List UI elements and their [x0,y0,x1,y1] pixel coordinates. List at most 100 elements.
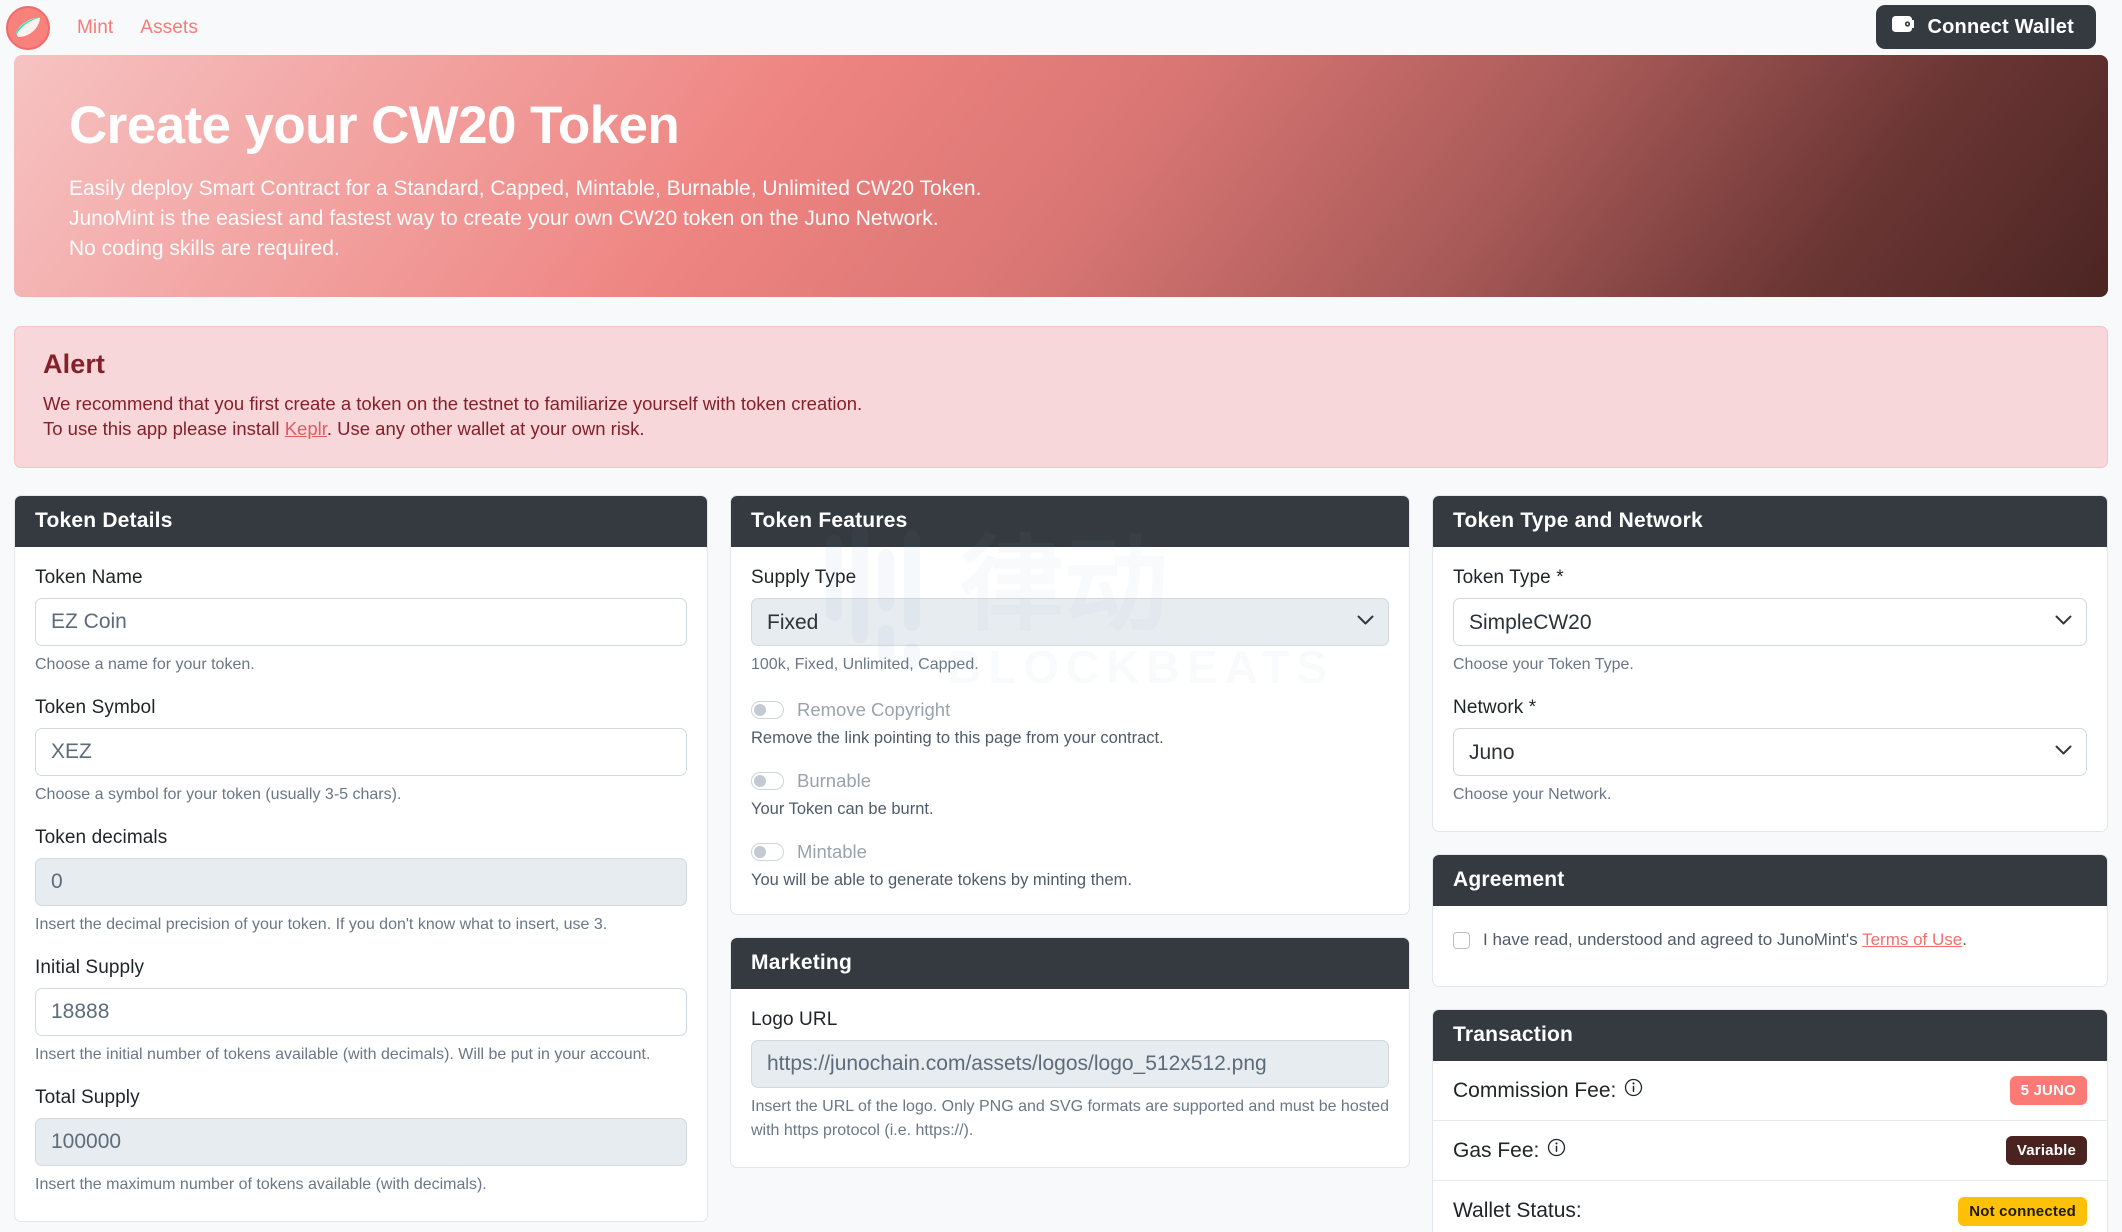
field-total-supply: Total Supply Insert the maximum number o… [35,1087,687,1197]
transaction-row-gas-fee: Gas Fee: Variable [1433,1121,2107,1181]
hero-title: Create your CW20 Token [69,96,680,155]
token-decimals-input[interactable] [35,858,687,906]
token-type-label: Token Type * [1453,567,1564,588]
marketing-body: Logo URL Insert the URL of the logo. Onl… [731,989,1409,1167]
nav-links: Mint Assets [77,17,198,39]
toggle-mintable-line: Mintable [751,841,1389,863]
burnable-desc: Your Token can be burnt. [751,800,934,818]
mintable-label: Mintable [797,841,867,862]
wallet-status-label-wrap: Wallet Status: [1453,1199,1582,1223]
marketing-card: Marketing Logo URL Insert the URL of the… [730,937,1410,1168]
alert-text-post: . Use any other wallet at your own risk. [326,418,645,439]
transaction-row-commission-fee: Commission Fee: 5 JUNO [1433,1061,2107,1121]
token-details-heading: Token Details [15,496,707,547]
initial-supply-label: Initial Supply [35,957,145,978]
logo-url-input[interactable] [751,1040,1389,1088]
supply-type-select[interactable]: Fixed [751,598,1389,646]
keplr-link[interactable]: Keplr [285,418,327,439]
total-supply-input[interactable] [35,1118,687,1166]
hero-line-3: No coding skills are required. [69,237,340,260]
token-name-input[interactable] [35,598,687,646]
field-token-symbol: Token Symbol Choose a symbol for your to… [35,697,687,807]
toggle-mintable: Mintable You will be able to generate to… [751,841,1389,890]
transaction-row-wallet-status: Wallet Status: Not connected [1433,1181,2107,1232]
logo-url-label: Logo URL [751,1009,838,1030]
mintable-switch[interactable] [751,843,784,861]
connect-wallet-button[interactable]: Connect Wallet [1876,5,2096,49]
toggle-remove-copyright-line: Remove Copyright [751,699,1389,721]
hero-line-2: JunoMint is the easiest and fastest way … [69,207,939,230]
initial-supply-hint: Insert the initial number of tokens avai… [35,1046,651,1063]
alert-title: Alert [43,349,106,379]
token-type-network-body: Token Type * SimpleCW20 Choose your Toke… [1433,547,2107,831]
juno-leaf-logo-icon[interactable] [6,5,50,50]
toggle-burnable-line: Burnable [751,770,1389,792]
token-features-body: Supply Type Fixed 100k, Fixed, Unlimited… [731,547,1409,914]
switch-knob-icon [754,846,766,858]
commission-fee-badge: 5 JUNO [2009,1076,2087,1105]
alert-line-1: We recommend that you first create a tok… [43,393,863,414]
token-details-card: Token Details Token Name Choose a name f… [14,495,708,1222]
hero-banner: Create your CW20 Token Easily deploy Sma… [14,55,2108,297]
wallet-icon [1892,15,1915,39]
network-hint: Choose your Network. [1453,786,1612,803]
remove-copyright-switch[interactable] [751,701,784,719]
field-token-type: Token Type * SimpleCW20 Choose your Toke… [1453,567,2087,677]
column-middle: Token Features Supply Type Fixed 100k, F… [730,495,1410,1168]
remove-copyright-label: Remove Copyright [797,699,951,720]
token-type-select[interactable]: SimpleCW20 [1453,598,2087,646]
alert-line-2: To use this app please install Keplr. Us… [43,416,2079,441]
token-type-select-wrap: SimpleCW20 [1453,598,2087,646]
total-supply-label: Total Supply [35,1087,140,1108]
agreement-heading: Agreement [1433,855,2107,906]
top-navigation-bar: Mint Assets Connect Wallet [0,0,2122,55]
field-supply-type: Supply Type Fixed 100k, Fixed, Unlimited… [751,567,1389,677]
nav-link-assets[interactable]: Assets [140,17,198,39]
network-select[interactable]: Juno [1453,728,2087,776]
field-token-decimals: Token decimals Insert the decimal precis… [35,827,687,937]
gas-fee-label: Gas Fee: [1453,1138,1540,1162]
commission-fee-label: Commission Fee: [1453,1078,1617,1102]
network-select-wrap: Juno [1453,728,2087,776]
agreement-row: I have read, understood and agreed to Ju… [1453,926,2087,962]
gas-fee-label-wrap: Gas Fee: [1453,1138,1566,1163]
main-content-grid: Token Details Token Name Choose a name f… [0,468,2122,1232]
hero-line-1: Easily deploy Smart Contract for a Stand… [69,177,982,200]
total-supply-hint: Insert the maximum number of tokens avai… [35,1176,487,1193]
token-symbol-input[interactable] [35,728,687,776]
info-icon[interactable] [1624,1078,1643,1103]
supply-type-select-wrap: Fixed [751,598,1389,646]
terms-of-use-link[interactable]: Terms of Use [1862,930,1962,949]
agreement-text-post: . [1962,930,1967,949]
column-left: Token Details Token Name Choose a name f… [14,495,708,1222]
alert-text-pre: To use this app please install [43,418,285,439]
token-type-network-heading: Token Type and Network [1433,496,2107,547]
token-type-hint: Choose your Token Type. [1453,656,1634,673]
token-name-hint: Choose a name for your token. [35,656,255,673]
column-right: Token Type and Network Token Type * Simp… [1432,495,2108,1232]
burnable-switch[interactable] [751,772,784,790]
token-name-label: Token Name [35,567,143,588]
initial-supply-input[interactable] [35,988,687,1036]
info-icon[interactable] [1547,1138,1566,1163]
token-decimals-label: Token decimals [35,827,168,848]
supply-type-label: Supply Type [751,567,857,588]
token-details-body: Token Name Choose a name for your token.… [15,547,707,1221]
toggle-remove-copyright: Remove Copyright Remove the link pointin… [751,699,1389,748]
gas-fee-badge: Variable [2005,1136,2087,1165]
field-logo-url: Logo URL Insert the URL of the logo. Onl… [751,1009,1389,1143]
burnable-label: Burnable [797,770,872,791]
wallet-status-label: Wallet Status: [1453,1199,1582,1222]
agreement-checkbox[interactable] [1453,931,1470,949]
token-type-network-card: Token Type and Network Token Type * Simp… [1432,495,2108,832]
marketing-heading: Marketing [731,938,1409,989]
network-label: Network * [1453,697,1537,718]
commission-fee-label-wrap: Commission Fee: [1453,1078,1643,1103]
token-symbol-label: Token Symbol [35,697,156,718]
transaction-card: Transaction Commission Fee: 5 JUNO Gas F… [1432,1009,2108,1232]
transaction-heading: Transaction [1433,1010,2107,1061]
alert-banner: Alert We recommend that you first create… [14,326,2108,468]
token-symbol-hint: Choose a symbol for your token (usually … [35,786,402,803]
switch-knob-icon [754,775,766,787]
nav-link-mint[interactable]: Mint [77,17,113,39]
